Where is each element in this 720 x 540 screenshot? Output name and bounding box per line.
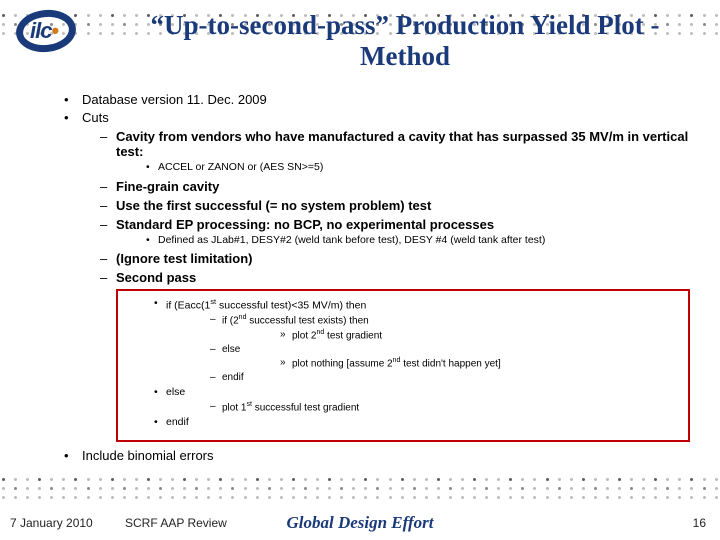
cut-first-successful: Use the first successful (= no system pr… [82,198,690,213]
bullet-cuts: Cuts Cavity from vendors who have manufa… [56,110,690,442]
algo-if-nested: if (2nd successful test exists) then plo… [166,313,682,342]
footer-title: Global Design Effort [0,512,720,534]
algo-else-inner: else plot nothing [assume 2nd test didn'… [166,343,682,370]
slide-body: Database version 11. Dec. 2009 Cuts Cavi… [56,92,690,466]
cut-ignore-limitation: (Ignore test limitation) [82,251,690,266]
cut-vendors-detail: ACCEL or ZANON or (AES SN>=5) [116,161,690,175]
decorative-dots-bottom [0,478,720,506]
cut-standard-ep: Standard EP processing: no BCP, no exper… [82,217,690,248]
slide-title: “Up-to-second-pass” Production Yield Plo… [120,10,690,72]
algo-plot-1st: plot 1st successful test gradient [166,400,682,414]
algo-else: else plot 1st successful test gradient [124,386,682,414]
algo-plot-nothing: plot nothing [assume 2nd test didn't hap… [222,356,682,370]
cut-ep-defined: Defined as JLab#1, DESY#2 (weld tank bef… [116,234,690,248]
bullet-binomial: Include binomial errors [56,448,690,463]
slide-footer: 7 January 2010 SCRF AAP Review Global De… [0,512,720,534]
cut-fine-grain: Fine-grain cavity [82,179,690,194]
algo-endif-inner: endif [166,371,682,384]
algo-plot-2nd: plot 2nd test gradient [222,328,682,342]
algo-if: if (Eacc(1st successful test)<35 MV/m) t… [124,297,682,384]
cut-vendors: Cavity from vendors who have manufacture… [82,129,690,175]
algo-endif: endif [124,416,682,430]
ilc-logo: ilc• [6,8,84,60]
cut-second-pass: Second pass if (Eacc(1st successful test… [82,270,690,442]
bullet-db-version: Database version 11. Dec. 2009 [56,92,690,107]
page-number: 16 [693,512,706,534]
second-pass-algorithm-box: if (Eacc(1st successful test)<35 MV/m) t… [116,289,690,442]
